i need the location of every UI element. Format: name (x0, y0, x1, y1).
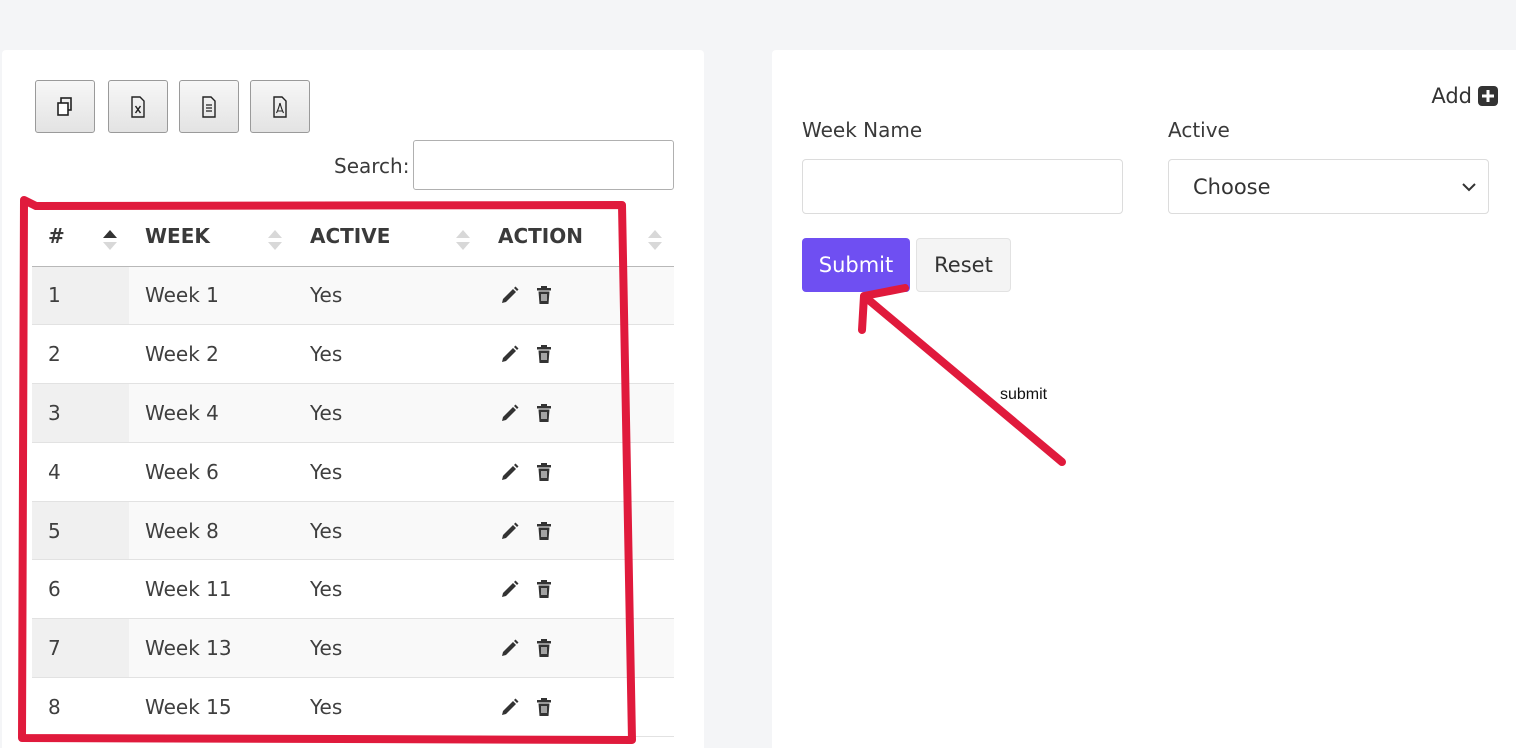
table-row: 1 Week 1 Yes (32, 266, 674, 326)
edit-icon[interactable] (500, 579, 520, 599)
edit-icon[interactable] (500, 403, 520, 423)
submit-annotation-text: submit (1000, 386, 1048, 403)
column-header-action[interactable]: ACTION (482, 206, 674, 267)
row-active: Yes (294, 559, 482, 620)
delete-icon[interactable] (534, 697, 554, 717)
weeks-table: # WEEK ACTIVE ACTION 1 Week 1 Yes 2 Week… (32, 206, 674, 737)
edit-icon[interactable] (500, 521, 520, 541)
row-week: Week 8 (129, 501, 294, 561)
table-row: 4 Week 6 Yes (32, 442, 674, 502)
row-number: 2 (32, 324, 129, 385)
row-week: Week 15 (129, 677, 294, 737)
excel-export-button[interactable] (108, 80, 168, 133)
sort-ascending-icon (103, 230, 117, 250)
row-actions (482, 501, 674, 561)
sort-icon (648, 230, 662, 250)
active-label: Active (1168, 118, 1230, 142)
delete-icon[interactable] (534, 285, 554, 305)
week-name-label: Week Name (802, 118, 923, 142)
column-header-number[interactable]: # (32, 206, 129, 267)
week-name-input[interactable] (802, 159, 1123, 214)
row-active: Yes (294, 501, 482, 561)
table-row: 3 Week 4 Yes (32, 383, 674, 443)
active-select[interactable]: Choose (1168, 159, 1489, 214)
row-week: Week 4 (129, 383, 294, 443)
delete-icon[interactable] (534, 403, 554, 423)
edit-icon[interactable] (500, 462, 520, 482)
table-header-row: # WEEK ACTIVE ACTION (32, 206, 674, 267)
row-number: 3 (32, 383, 129, 443)
sort-icon (268, 230, 282, 250)
row-active: Yes (294, 618, 482, 679)
row-active: Yes (294, 383, 482, 443)
column-header-week[interactable]: WEEK (129, 206, 294, 267)
submit-button[interactable]: Submit (802, 238, 910, 292)
row-number: 6 (32, 559, 129, 620)
table-row: 8 Week 15 Yes (32, 677, 674, 737)
row-number: 8 (32, 677, 129, 737)
row-week: Week 1 (129, 266, 294, 326)
row-active: Yes (294, 324, 482, 385)
row-actions (482, 383, 674, 443)
search-input[interactable] (413, 140, 674, 190)
weeks-table-card: Search: # WEEK ACTIVE ACTION 1 Week 1 Ye… (2, 50, 704, 748)
row-week: Week 2 (129, 324, 294, 385)
reset-button[interactable]: Reset (916, 238, 1011, 292)
pdf-export-button[interactable] (250, 80, 310, 133)
row-actions (482, 442, 674, 502)
pdf-file-icon (273, 95, 287, 118)
table-row: 6 Week 11 Yes (32, 559, 674, 620)
copy-icon (57, 96, 72, 116)
row-week: Week 13 (129, 618, 294, 679)
add-button[interactable]: Add (1431, 84, 1498, 108)
row-number: 4 (32, 442, 129, 502)
csv-file-icon (202, 95, 216, 118)
row-number: 5 (32, 501, 129, 561)
edit-icon[interactable] (500, 285, 520, 305)
delete-icon[interactable] (534, 638, 554, 658)
active-select-value: Choose (1193, 174, 1271, 199)
row-actions (482, 677, 674, 737)
add-label: Add (1431, 84, 1472, 108)
edit-icon[interactable] (500, 344, 520, 364)
copy-button[interactable] (35, 80, 95, 133)
row-actions (482, 324, 674, 385)
table-row: 5 Week 8 Yes (32, 501, 674, 561)
table-row: 2 Week 2 Yes (32, 324, 674, 385)
delete-icon[interactable] (534, 521, 554, 541)
edit-icon[interactable] (500, 697, 520, 717)
row-active: Yes (294, 266, 482, 326)
delete-icon[interactable] (534, 344, 554, 364)
row-actions (482, 559, 674, 620)
row-actions (482, 618, 674, 679)
row-active: Yes (294, 677, 482, 737)
column-header-active[interactable]: ACTIVE (294, 206, 482, 267)
delete-icon[interactable] (534, 462, 554, 482)
table-body: 1 Week 1 Yes 2 Week 2 Yes 3 Week 4 Yes 4 Week 6 Yes… (32, 266, 674, 737)
search-label: Search: (334, 154, 410, 178)
edit-icon[interactable] (500, 638, 520, 658)
week-form-card: Add Week Name Active Choose Submit Reset (772, 50, 1516, 748)
table-row: 7 Week 13 Yes (32, 618, 674, 679)
row-number: 7 (32, 618, 129, 679)
excel-file-icon (131, 95, 145, 118)
row-actions (482, 266, 674, 326)
row-week: Week 11 (129, 559, 294, 620)
row-week: Week 6 (129, 442, 294, 502)
sort-icon (456, 230, 470, 250)
plus-square-icon (1478, 86, 1498, 106)
delete-icon[interactable] (534, 579, 554, 599)
row-active: Yes (294, 442, 482, 502)
csv-export-button[interactable] (179, 80, 239, 133)
chevron-down-icon (1462, 182, 1476, 191)
row-number: 1 (32, 266, 129, 326)
